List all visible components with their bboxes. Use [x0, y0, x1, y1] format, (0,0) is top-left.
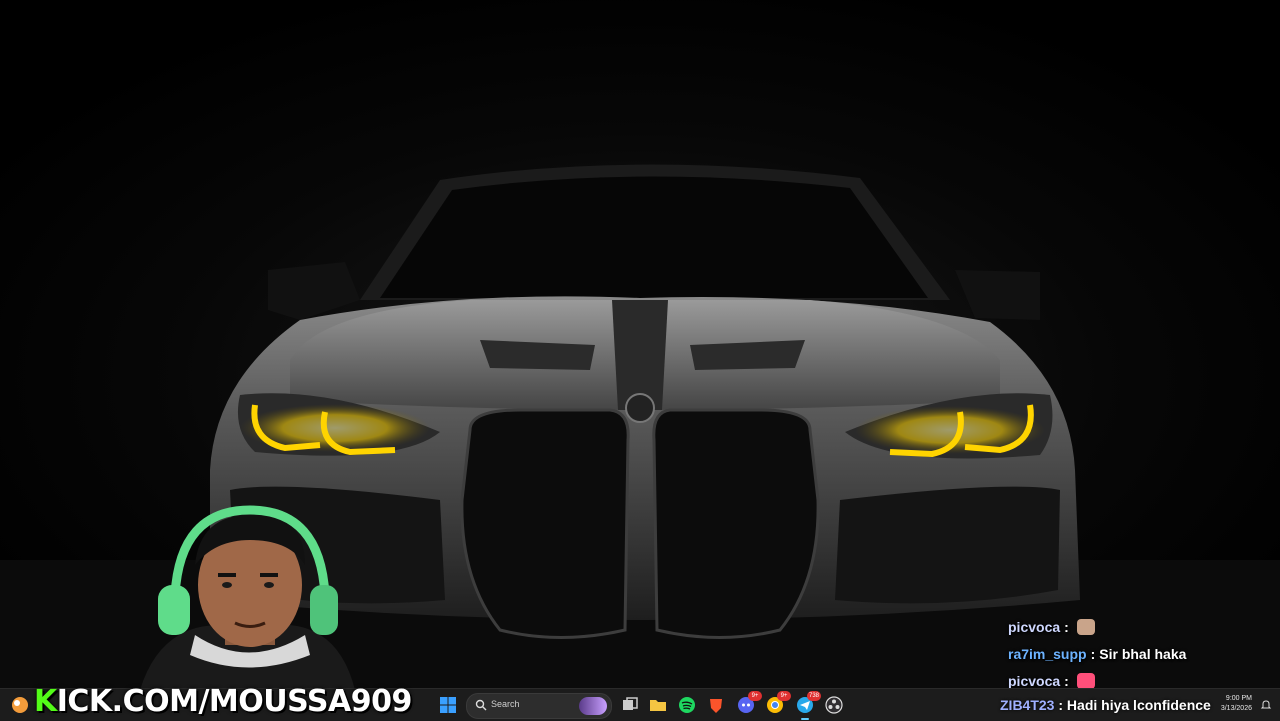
chat-message: ZIB4T23 : Hadi hiya lconfidence: [1000, 689, 1211, 721]
spotify-icon[interactable]: [677, 695, 697, 715]
brave-browser-icon[interactable]: [706, 695, 726, 715]
taskbar-search-box[interactable]: Search: [466, 693, 612, 719]
telegram-icon[interactable]: 738: [795, 691, 821, 720]
chat-separator: :: [1064, 673, 1069, 689]
windows-logo-icon: [440, 697, 456, 713]
chat-text: Hadi hiya lconfidence: [1066, 697, 1211, 713]
kick-logo-letter: K: [34, 684, 57, 719]
clock-date: 3/13/2026: [1220, 705, 1252, 712]
chrome-icon[interactable]: 9+: [765, 691, 791, 715]
chat-text: Sir bhal haka: [1099, 646, 1187, 662]
file-explorer-icon[interactable]: [648, 695, 668, 715]
chat-separator: :: [1058, 697, 1064, 713]
start-button[interactable]: [440, 697, 456, 713]
notification-badge: 9+: [777, 691, 791, 701]
streamer-face-image: [140, 505, 355, 690]
pink-heart-emote: [1076, 673, 1095, 689]
clock-time: 9:00 PM: [1225, 695, 1252, 702]
system-clock[interactable]: 9:00 PM 3/13/2026: [1221, 694, 1252, 714]
chat-separator: :: [1090, 646, 1096, 662]
task-view-icon[interactable]: [620, 695, 640, 715]
notification-badge: 738: [807, 691, 821, 701]
search-placeholder: Search: [491, 699, 520, 709]
notification-bell-icon[interactable]: [1260, 698, 1272, 710]
stream-chat-overlay: picvoca: ra7im_supp: Sir bhal haka picvoc…: [1008, 614, 1273, 695]
streamer-webcam: [140, 505, 355, 690]
hamster-emote: [1076, 619, 1095, 635]
chat-separator: :: [1064, 619, 1069, 635]
kick-channel-url: KICK.COM/MOUSSA909: [34, 684, 412, 719]
search-icon: [475, 699, 487, 711]
chat-message: ra7im_supp: Sir bhal haka: [1008, 641, 1273, 668]
chat-username: ra7im_supp: [1008, 646, 1087, 662]
chat-username: picvoca: [1008, 619, 1061, 635]
obs-icon[interactable]: [824, 695, 844, 715]
search-highlight-image: [579, 697, 607, 715]
discord-icon[interactable]: 9+: [736, 691, 762, 715]
chat-username: ZIB4T23: [1000, 697, 1055, 713]
chat-message: picvoca:: [1008, 614, 1273, 641]
chat-username: picvoca: [1008, 673, 1061, 689]
widgets-icon[interactable]: [10, 695, 30, 715]
kick-url-text: ICK.COM/MOUSSA909: [56, 684, 413, 719]
notification-badge: 9+: [748, 691, 762, 701]
